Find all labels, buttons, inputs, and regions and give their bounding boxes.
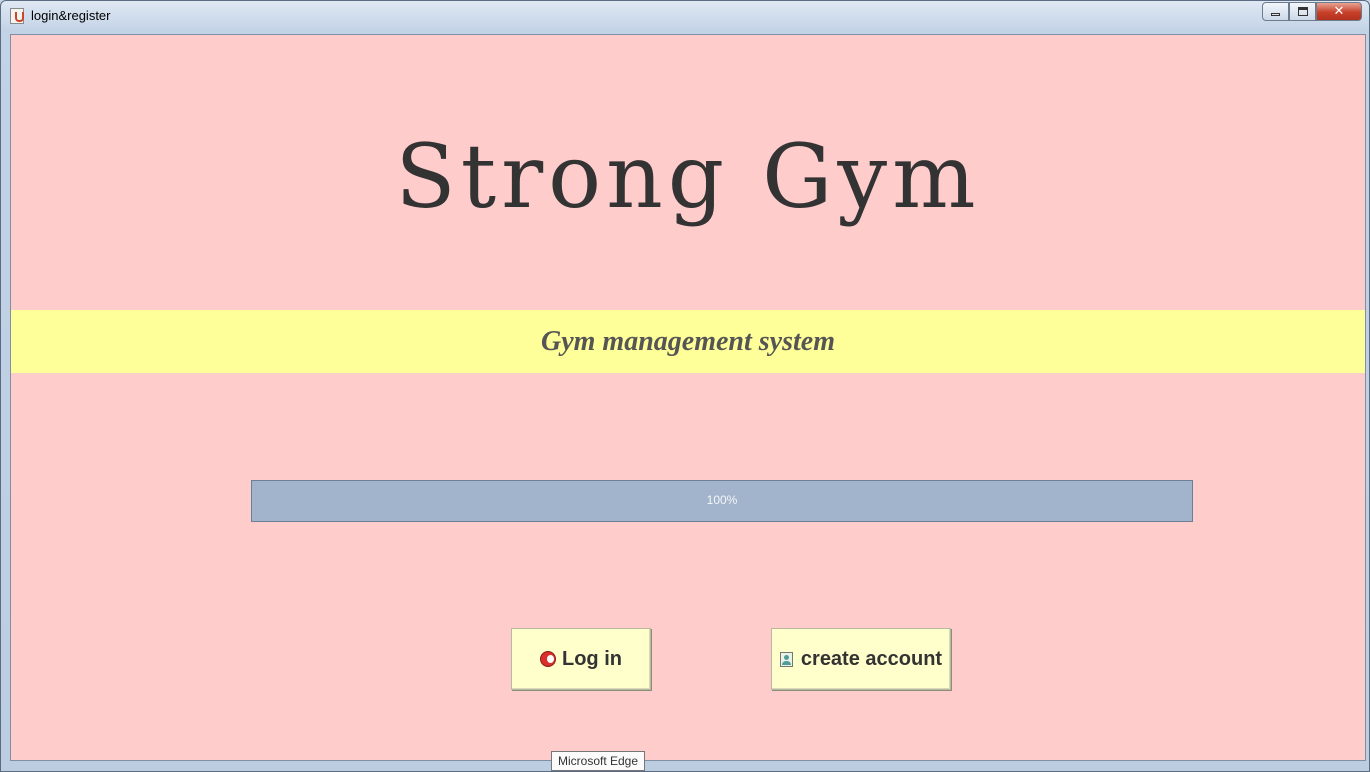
app-title: Strong Gym xyxy=(395,125,981,228)
window-controls: ✕ xyxy=(1262,2,1362,22)
maximize-button[interactable] xyxy=(1289,2,1316,21)
subtitle-band: Gym management system xyxy=(11,310,1365,373)
login-button-label: Log in xyxy=(562,647,622,670)
main-panel: Strong Gym Gym management system 100% Lo… xyxy=(10,34,1366,761)
close-icon: ✕ xyxy=(1333,4,1345,19)
minimize-button[interactable] xyxy=(1262,2,1289,21)
power-icon xyxy=(540,651,556,667)
taskbar-tooltip: Microsoft Edge xyxy=(551,751,646,771)
subtitle: Gym management system xyxy=(541,326,835,357)
loading-progress-bar: 100% xyxy=(251,480,1193,522)
window-title: login&register xyxy=(31,8,111,23)
progress-percentage: 100% xyxy=(706,493,738,507)
create-account-label: create account xyxy=(800,647,943,670)
close-button[interactable]: ✕ xyxy=(1316,2,1362,21)
java-icon xyxy=(10,8,24,24)
user-card-icon xyxy=(779,651,793,667)
minimize-icon xyxy=(1271,13,1280,16)
title-bar[interactable]: login&register ✕ xyxy=(1,1,1369,31)
login-button[interactable]: Log in xyxy=(511,628,651,690)
app-window: login&register ✕ Strong Gym Gym manageme… xyxy=(0,0,1370,772)
maximize-icon xyxy=(1297,7,1308,16)
create-account-button[interactable]: create account xyxy=(771,628,951,690)
